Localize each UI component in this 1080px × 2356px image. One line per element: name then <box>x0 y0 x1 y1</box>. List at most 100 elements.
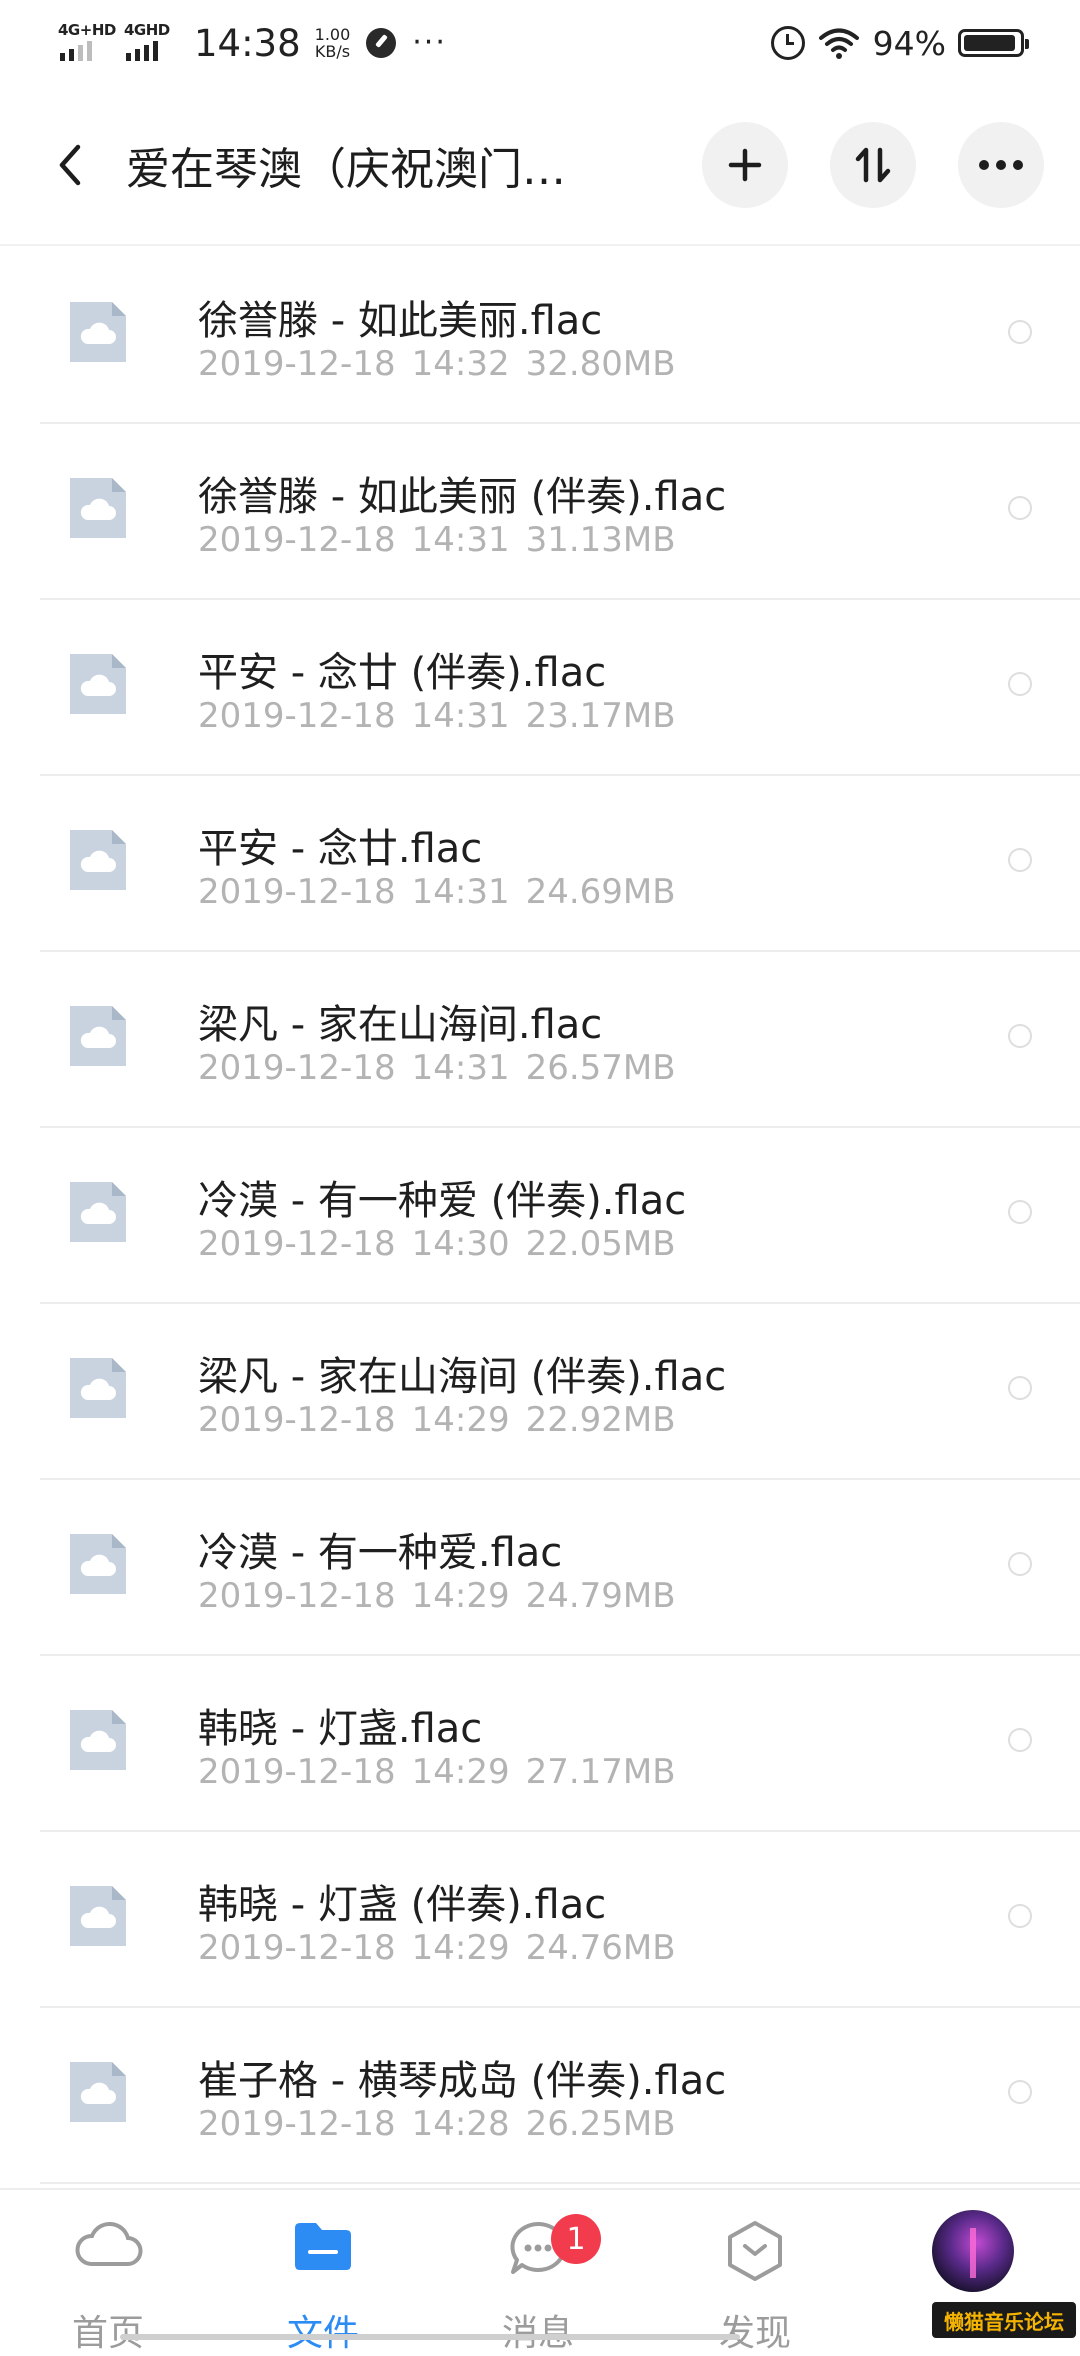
nav-discover[interactable]: 发现 <box>700 2220 810 2354</box>
file-row[interactable]: 冷漠 - 有一种爱 (伴奏).flac 2019-12-18 14:30 22.05M… <box>0 1128 1080 1304</box>
file-meta: 2019-12-18 14:31 31.13MB <box>198 520 676 560</box>
file-time: 14:30 <box>411 1224 510 1264</box>
status-left: 4G+HD 4GHD 14:38 1.00 KB/s ··· <box>58 21 447 65</box>
nav-messages[interactable]: 1 消息 <box>483 2214 601 2354</box>
file-name: 徐誉滕 - 如此美丽 (伴奏).flac <box>198 474 727 520</box>
file-time: 14:31 <box>411 520 510 560</box>
file-time: 14:29 <box>411 1400 510 1440</box>
file-row[interactable]: 崔子格 - 横琴成岛 (伴奏).flac 2019-12-18 14:28 26.25… <box>0 2008 1080 2184</box>
file-row[interactable]: 徐誉滕 - 如此美丽 (伴奏).flac 2019-12-18 14:31 31.13… <box>0 424 1080 600</box>
status-more: ··· <box>412 25 447 60</box>
file-size: 23.17MB <box>525 696 676 736</box>
nav-files-label: 文件 <box>268 2304 378 2356</box>
file-size: 24.76MB <box>525 1928 676 1968</box>
file-time: 14:32 <box>411 344 510 384</box>
file-date: 2019-12-18 <box>198 1400 396 1440</box>
nav-home-label: 首页 <box>71 2313 144 2354</box>
network-speed-unit: KB/s <box>314 42 351 61</box>
file-date: 2019-12-18 <box>198 1576 396 1616</box>
file-date: 2019-12-18 <box>198 2104 396 2144</box>
select-checkbox[interactable] <box>1008 1904 1032 1928</box>
select-checkbox[interactable] <box>1008 1728 1032 1752</box>
file-name: 冷漠 - 有一种爱.flac <box>198 1530 563 1576</box>
cloud-file-icon <box>70 302 126 362</box>
plus-icon <box>728 148 762 182</box>
select-checkbox[interactable] <box>1008 672 1032 696</box>
file-meta: 2019-12-18 14:30 22.05MB <box>198 1224 676 1264</box>
file-row[interactable]: 韩晓 - 灯盏.flac 2019-12-18 14:29 27.17MB <box>0 1656 1080 1832</box>
add-button[interactable] <box>702 122 788 208</box>
file-size: 32.80MB <box>525 344 676 384</box>
network-type-2: 4GHD <box>124 21 170 39</box>
file-row[interactable]: 冷漠 - 有一种爱.flac 2019-12-18 14:29 24.79MB <box>0 1480 1080 1656</box>
file-row[interactable]: 平安 - 念廿.flac 2019-12-18 14:31 24.69MB <box>0 776 1080 952</box>
wifi-icon <box>818 28 859 59</box>
file-row[interactable]: 梁凡 - 家在山海间 (伴奏).flac 2019-12-18 14:29 22.92… <box>0 1304 1080 1480</box>
back-icon <box>59 144 81 186</box>
file-meta: 2019-12-18 14:29 27.17MB <box>198 1752 676 1792</box>
cloud-icon <box>75 2222 143 2267</box>
bottom-nav: 首页 文件 1 消息 发现 <box>0 2188 1080 2354</box>
file-time: 14:29 <box>411 1576 510 1616</box>
select-checkbox[interactable] <box>1008 496 1032 520</box>
status-time: 14:38 <box>194 21 301 65</box>
select-checkbox[interactable] <box>1008 1024 1032 1048</box>
home-indicator <box>120 2334 740 2340</box>
file-name: 韩晓 - 灯盏.flac <box>198 1706 483 1752</box>
message-badge: 1 <box>551 2214 601 2264</box>
network-speed-value: 1.00 <box>314 25 351 44</box>
file-meta: 2019-12-18 14:28 26.25MB <box>198 2104 676 2144</box>
nav-files[interactable]: 文件 <box>268 2220 378 2354</box>
file-size: 24.79MB <box>525 1576 676 1616</box>
file-name: 平安 - 念廿 (伴奏).flac <box>198 650 607 696</box>
file-size: 26.25MB <box>525 2104 676 2144</box>
avatar[interactable] <box>932 2210 1014 2292</box>
file-date: 2019-12-18 <box>198 520 396 560</box>
nav-home[interactable]: 首页 <box>53 2220 163 2354</box>
select-checkbox[interactable] <box>1008 1376 1032 1400</box>
page-title: 爱在琴澳（庆祝澳门… <box>126 144 566 195</box>
file-meta: 2019-12-18 14:31 24.69MB <box>198 872 676 912</box>
file-row[interactable]: 徐誉滕 - 如此美丽.flac 2019-12-18 14:32 32.80MB <box>0 248 1080 424</box>
select-checkbox[interactable] <box>1008 1552 1032 1576</box>
folder-icon <box>295 2223 351 2270</box>
file-meta: 2019-12-18 14:31 23.17MB <box>198 696 676 736</box>
battery-icon <box>958 29 1029 57</box>
file-meta: 2019-12-18 14:31 26.57MB <box>198 1048 676 1088</box>
cloud-file-icon <box>70 1710 126 1770</box>
cloud-file-icon <box>70 1886 126 1946</box>
file-date: 2019-12-18 <box>198 1928 396 1968</box>
file-meta: 2019-12-18 14:32 32.80MB <box>198 344 676 384</box>
select-checkbox[interactable] <box>1008 2080 1032 2104</box>
back-button[interactable] <box>40 125 100 205</box>
more-icon <box>979 160 1023 170</box>
file-size: 31.13MB <box>525 520 676 560</box>
file-list: 徐誉滕 - 如此美丽.flac 2019-12-18 14:32 32.80MB 徐誉滕… <box>0 248 1080 2184</box>
cloud-file-icon <box>70 1358 126 1418</box>
status-bar: 4G+HD 4GHD 14:38 1.00 KB/s ··· 94% <box>0 0 1080 86</box>
file-size: 22.05MB <box>525 1224 676 1264</box>
file-date: 2019-12-18 <box>198 344 396 384</box>
select-checkbox[interactable] <box>1008 320 1032 344</box>
select-checkbox[interactable] <box>1008 1200 1032 1224</box>
file-row[interactable]: 平安 - 念廿 (伴奏).flac 2019-12-18 14:31 23.17MB <box>0 600 1080 776</box>
cloud-file-icon <box>70 1182 126 1242</box>
status-right: 94% <box>770 24 1029 63</box>
file-meta: 2019-12-18 14:29 22.92MB <box>198 1400 676 1440</box>
nav-messages-label: 消息 <box>483 2304 593 2356</box>
sort-button[interactable] <box>830 122 916 208</box>
cloud-file-icon <box>70 830 126 890</box>
cloud-file-icon <box>70 478 126 538</box>
file-row[interactable]: 梁凡 - 家在山海间.flac 2019-12-18 14:31 26.57MB <box>0 952 1080 1128</box>
file-time: 14:28 <box>411 2104 510 2144</box>
file-size: 24.69MB <box>525 872 676 912</box>
file-date: 2019-12-18 <box>198 1752 396 1792</box>
select-checkbox[interactable] <box>1008 848 1032 872</box>
file-name: 梁凡 - 家在山海间 (伴奏).flac <box>198 1354 727 1400</box>
file-name: 徐誉滕 - 如此美丽.flac <box>198 298 603 344</box>
file-row[interactable]: 韩晓 - 灯盏 (伴奏).flac 2019-12-18 14:29 24.76MB <box>0 1832 1080 2008</box>
file-date: 2019-12-18 <box>198 1224 396 1264</box>
file-name: 崔子格 - 横琴成岛 (伴奏).flac <box>198 2058 727 2104</box>
file-time: 14:29 <box>411 1752 510 1792</box>
more-button[interactable] <box>958 122 1044 208</box>
